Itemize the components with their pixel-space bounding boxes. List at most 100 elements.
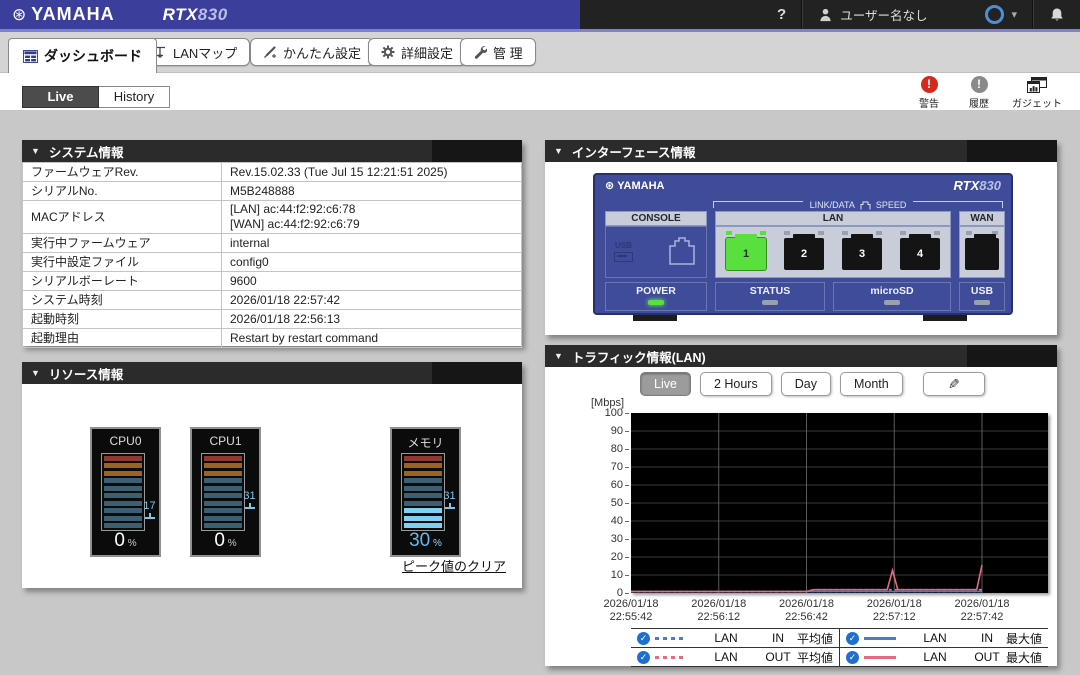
magic-wand-icon bbox=[263, 45, 277, 59]
link-data-bracket: LINK/DATA SPEED bbox=[713, 201, 1003, 208]
lan-port-3: 3 bbox=[838, 230, 886, 272]
auto-refresh-control[interactable]: ▾ bbox=[970, 0, 1032, 29]
tab-dashboard[interactable]: ダッシュボード bbox=[8, 38, 157, 73]
help-button[interactable]: ? bbox=[762, 0, 801, 29]
panel-title: システム情報 bbox=[49, 142, 124, 161]
row-label: 起動時刻 bbox=[23, 310, 222, 329]
indicator-USB: USB bbox=[959, 282, 1005, 311]
legend-checkbox[interactable]: ✓ bbox=[846, 632, 859, 645]
resource-info-panel: ▼ リソース情報 CPU0170 % CPU1310 % メモリ3130 % ピーク… bbox=[22, 362, 522, 588]
legend-interface: LAN bbox=[693, 650, 759, 664]
y-tick-label: 40 bbox=[585, 516, 623, 527]
gadget-button[interactable]: ガジェット bbox=[1012, 76, 1062, 110]
interface-info-header[interactable]: ▼ インターフェース情報 bbox=[545, 140, 1057, 162]
edit-graph-button[interactable]: ✎ bbox=[923, 372, 985, 396]
legend-stat: 最大値 bbox=[1006, 649, 1042, 666]
gauge-メモリ: メモリ3130 % bbox=[390, 427, 461, 557]
row-label: 起動理由 bbox=[23, 329, 222, 348]
x-tick-label: 2026/01/1822:57:42 bbox=[942, 598, 1022, 624]
model-text: RTX830 bbox=[163, 5, 228, 25]
tab-advanced-settings[interactable]: 詳細設定 bbox=[368, 38, 466, 66]
rtx830-dashboard: ⊛ YAMAHA RTX830 ? ユーザー名なし ▾ ダッシュボード bbox=[0, 0, 1080, 675]
tab-management[interactable]: 管 理 bbox=[460, 38, 536, 66]
row-value: internal bbox=[222, 234, 522, 253]
legend-interface: LAN bbox=[693, 631, 759, 645]
legend-stat: 平均値 bbox=[797, 630, 833, 647]
tab-label: ダッシュボード bbox=[44, 46, 142, 66]
y-tick-label: 100 bbox=[585, 408, 623, 419]
range-button-2-hours[interactable]: 2 Hours bbox=[700, 372, 772, 396]
notifications-button[interactable] bbox=[1034, 0, 1080, 29]
traffic-chart bbox=[631, 413, 1048, 593]
lan-port-4: 4 bbox=[896, 230, 944, 272]
clear-peak-link[interactable]: ピーク値のクリア bbox=[402, 556, 506, 575]
legend-checkbox[interactable]: ✓ bbox=[846, 651, 859, 664]
panel-header-accent bbox=[967, 140, 1057, 162]
traffic-info-panel: ▼ トラフィック情報(LAN) Live2 HoursDayMonth ✎ [M… bbox=[545, 345, 1057, 666]
gauge-CPU1: CPU1310 % bbox=[190, 427, 261, 557]
gauge-title: CPU1 bbox=[192, 434, 259, 448]
sub-bar: Live History ! 警告 ! 履歴 ガジェット bbox=[0, 73, 1080, 110]
legend-checkbox[interactable]: ✓ bbox=[637, 632, 650, 645]
collapse-icon: ▼ bbox=[554, 351, 563, 361]
legend-line-sample bbox=[655, 637, 687, 640]
table-row: システム時刻2026/01/18 22:57:42 bbox=[23, 291, 522, 310]
range-button-month[interactable]: Month bbox=[840, 372, 903, 396]
legend-direction: IN bbox=[968, 631, 1006, 645]
traffic-info-header[interactable]: ▼ トラフィック情報(LAN) bbox=[545, 345, 1057, 367]
x-tick-label: 2026/01/1822:55:42 bbox=[591, 598, 671, 624]
range-button-live[interactable]: Live bbox=[640, 372, 691, 396]
row-value: [LAN] ac:44:f2:92:c6:78[WAN] ac:44:f2:92… bbox=[222, 201, 522, 234]
legend-direction: IN bbox=[759, 631, 797, 645]
router-foot bbox=[633, 315, 677, 321]
history-log-button[interactable]: ! 履歴 bbox=[962, 76, 996, 110]
console-section-label: CONSOLE bbox=[605, 211, 707, 226]
wan-ports bbox=[959, 226, 1005, 278]
table-row: シリアルボーレート9600 bbox=[23, 272, 522, 291]
history-toggle-button[interactable]: History bbox=[99, 86, 170, 108]
row-label: 実行中ファームウェア bbox=[23, 234, 222, 253]
tab-label: かんたん設定 bbox=[283, 43, 361, 62]
system-info-table: ファームウェアRev.Rev.15.02.33 (Tue Jul 15 12:2… bbox=[22, 162, 522, 348]
gauge-meter bbox=[201, 453, 245, 531]
legend-row: ✓LANOUT平均値✓LANOUT最大値 bbox=[631, 648, 1048, 667]
quick-actions: ! 警告 ! 履歴 ガジェット bbox=[912, 76, 1062, 110]
system-info-header[interactable]: ▼ システム情報 bbox=[22, 140, 522, 162]
range-button-day[interactable]: Day bbox=[781, 372, 831, 396]
legend-line-sample bbox=[655, 656, 687, 659]
legend-item: ✓LANOUT最大値 bbox=[840, 648, 1048, 666]
legend-interface: LAN bbox=[902, 631, 968, 645]
tab-label: 詳細設定 bbox=[401, 43, 453, 62]
panel-title: リソース情報 bbox=[49, 364, 123, 383]
y-tick-label: 80 bbox=[585, 444, 623, 455]
row-value: Rev.15.02.33 (Tue Jul 15 12:21:51 2025) bbox=[222, 163, 522, 182]
table-row: 起動理由Restart by restart command bbox=[23, 329, 522, 348]
lan-port-1: 1 bbox=[722, 230, 770, 272]
row-value: 2026/01/18 22:57:42 bbox=[222, 291, 522, 310]
table-row: ファームウェアRev.Rev.15.02.33 (Tue Jul 15 12:2… bbox=[23, 163, 522, 182]
row-value: Restart by restart command bbox=[222, 329, 522, 348]
legend-interface: LAN bbox=[902, 650, 968, 664]
gauge-title: メモリ bbox=[392, 434, 459, 451]
gauge-CPU0: CPU0170 % bbox=[90, 427, 161, 557]
main-nav: ダッシュボード LANマップ かんたん設定 詳細設定 管 理 CONFIG SY… bbox=[0, 32, 1080, 73]
legend-stat: 平均値 bbox=[797, 649, 833, 666]
y-tick-label: 10 bbox=[585, 570, 623, 581]
legend-checkbox[interactable]: ✓ bbox=[637, 651, 650, 664]
live-toggle-button[interactable]: Live bbox=[22, 86, 99, 108]
dashboard-icon bbox=[23, 50, 38, 63]
y-tick-label: 20 bbox=[585, 552, 623, 563]
view-toggle: Live History bbox=[22, 86, 170, 108]
row-label: MACアドレス bbox=[23, 201, 222, 234]
top-bar-actions: ? ユーザー名なし ▾ bbox=[762, 0, 1080, 29]
user-menu[interactable]: ユーザー名なし bbox=[803, 0, 970, 29]
gauge-title: CPU0 bbox=[92, 434, 159, 448]
legend-stat: 最大値 bbox=[1006, 630, 1042, 647]
resource-info-header[interactable]: ▼ リソース情報 bbox=[22, 362, 522, 384]
row-value: 2026/01/18 22:56:13 bbox=[222, 310, 522, 329]
alert-button[interactable]: ! 警告 bbox=[912, 76, 946, 110]
router-brand: ⊛ YAMAHA bbox=[605, 179, 664, 192]
brand-area: ⊛ YAMAHA RTX830 bbox=[0, 0, 580, 29]
tab-easy-setup[interactable]: かんたん設定 bbox=[250, 38, 374, 66]
alert-label: 警告 bbox=[919, 95, 939, 110]
